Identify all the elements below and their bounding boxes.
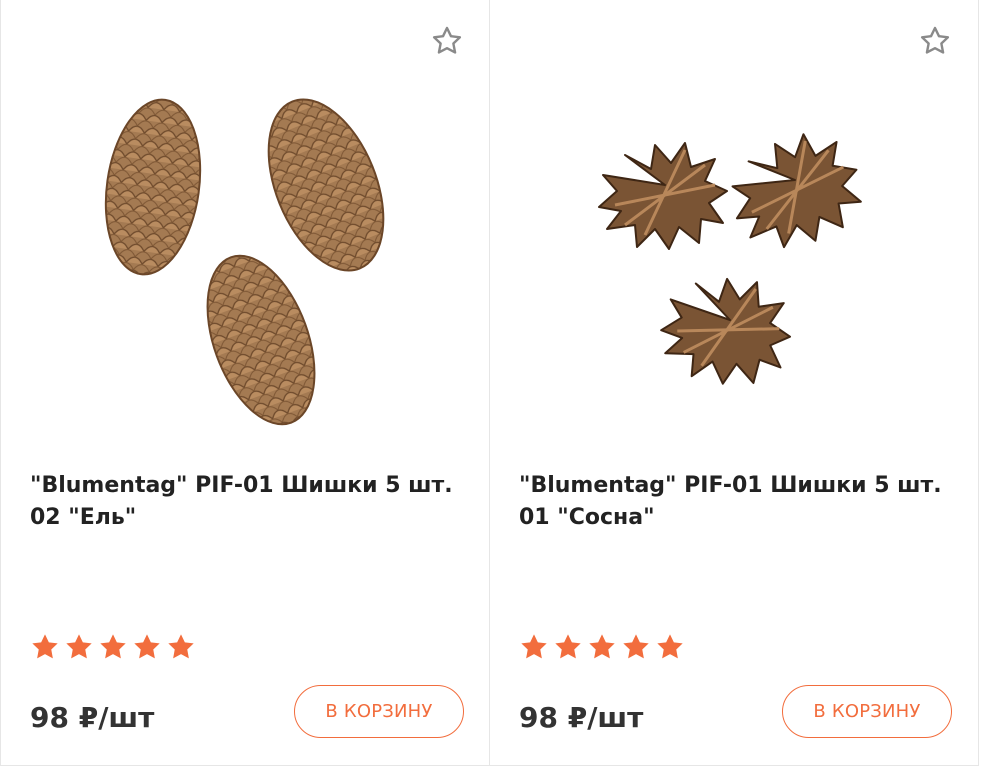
- star-filled-icon: [555, 634, 581, 659]
- product-title[interactable]: "Blumentag" PIF-01 Шишки 5 шт. 02 "Ель": [30, 470, 470, 534]
- product-price: 98 ₽/шт: [519, 701, 644, 734]
- star-filled-icon: [134, 634, 160, 659]
- product-card: "Blumentag" PIF-01 Шишки 5 шт. 01 "Сосна"…: [489, 0, 979, 766]
- star-filled-icon: [521, 634, 547, 659]
- product-title-line-1[interactable]: "Blumentag" PIF-01 Шишки 5 шт.: [519, 473, 942, 498]
- product-price: 98 ₽/шт: [30, 701, 155, 734]
- pine-cones-photo[interactable]: [550, 95, 930, 435]
- star-outline-icon[interactable]: [430, 24, 464, 58]
- star-filled-icon: [168, 634, 194, 659]
- product-card: "Blumentag" PIF-01 Шишки 5 шт. 02 "Ель" 9…: [0, 0, 489, 766]
- star-filled-icon: [32, 634, 58, 659]
- rating-stars: [518, 631, 686, 663]
- star-filled-icon: [66, 634, 92, 659]
- star-filled-icon: [589, 634, 615, 659]
- product-title-line-2[interactable]: 01 "Сосна": [519, 505, 655, 530]
- add-to-cart-button[interactable]: В КОРЗИНУ: [294, 685, 464, 738]
- spruce-cones-photo[interactable]: [61, 95, 441, 435]
- star-outline-icon[interactable]: [918, 24, 952, 58]
- rating-stars: [29, 631, 197, 663]
- product-title-line-2[interactable]: 02 "Ель": [30, 505, 136, 530]
- star-filled-icon: [100, 634, 126, 659]
- star-filled-icon: [623, 634, 649, 659]
- product-title-line-1[interactable]: "Blumentag" PIF-01 Шишки 5 шт.: [30, 473, 453, 498]
- add-to-cart-button[interactable]: В КОРЗИНУ: [782, 685, 952, 738]
- product-grid: "Blumentag" PIF-01 Шишки 5 шт. 02 "Ель" 9…: [0, 0, 983, 768]
- star-filled-icon: [657, 634, 683, 659]
- product-title[interactable]: "Blumentag" PIF-01 Шишки 5 шт. 01 "Сосна": [519, 470, 959, 534]
